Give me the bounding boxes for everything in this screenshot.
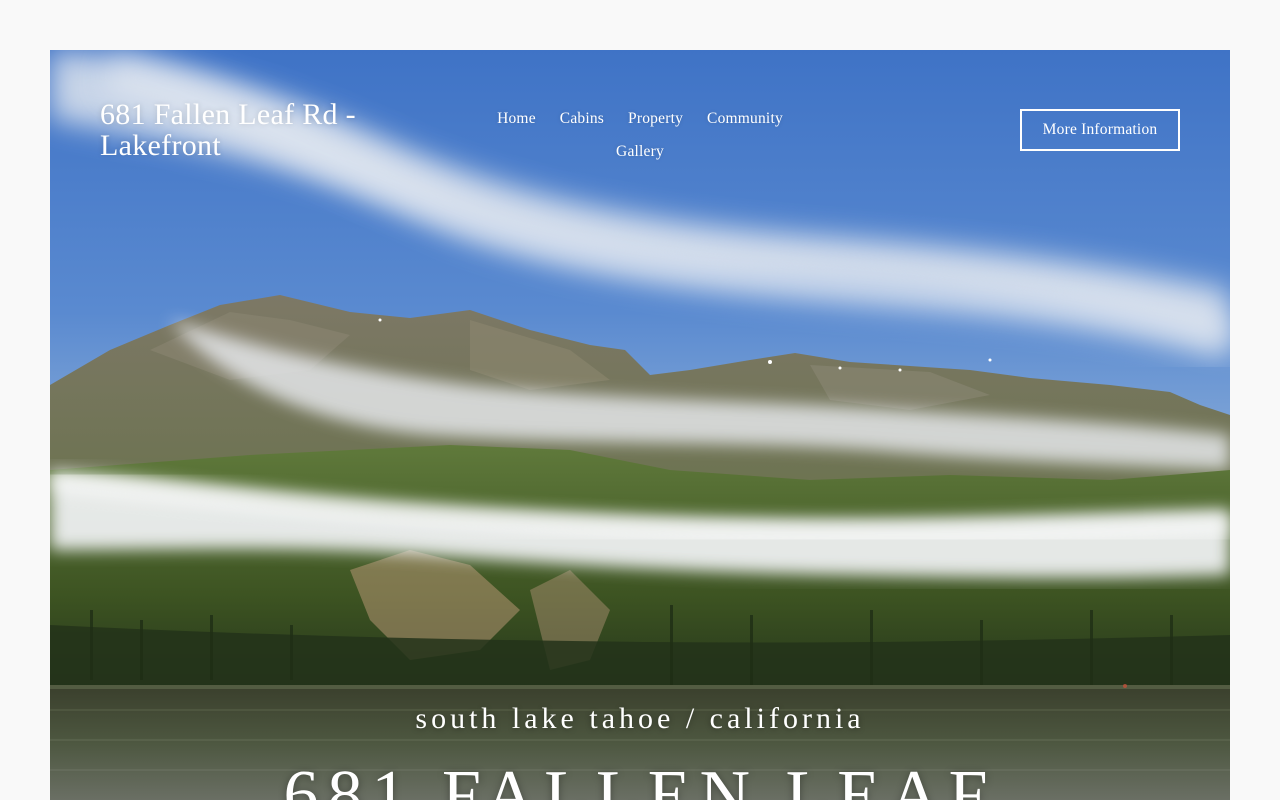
site-title[interactable]: 681 Fallen Leaf Rd - Lakefront [100, 99, 420, 161]
main-nav: Home Cabins Property Community Gallery [475, 102, 805, 168]
nav-item-community[interactable]: Community [707, 102, 783, 135]
hero-subtitle: south lake tahoe / california [415, 702, 865, 735]
nav-item-home[interactable]: Home [497, 102, 536, 135]
hero-section: 681 Fallen Leaf Rd - Lakefront Home Cabi… [50, 50, 1230, 800]
more-information-button[interactable]: More Information [1020, 109, 1180, 151]
nav-item-property[interactable]: Property [628, 102, 683, 135]
nav-item-gallery[interactable]: Gallery [616, 135, 664, 168]
nav-item-cabins[interactable]: Cabins [560, 102, 604, 135]
hero-headline: 681 FALLEN LEAF [283, 757, 997, 800]
